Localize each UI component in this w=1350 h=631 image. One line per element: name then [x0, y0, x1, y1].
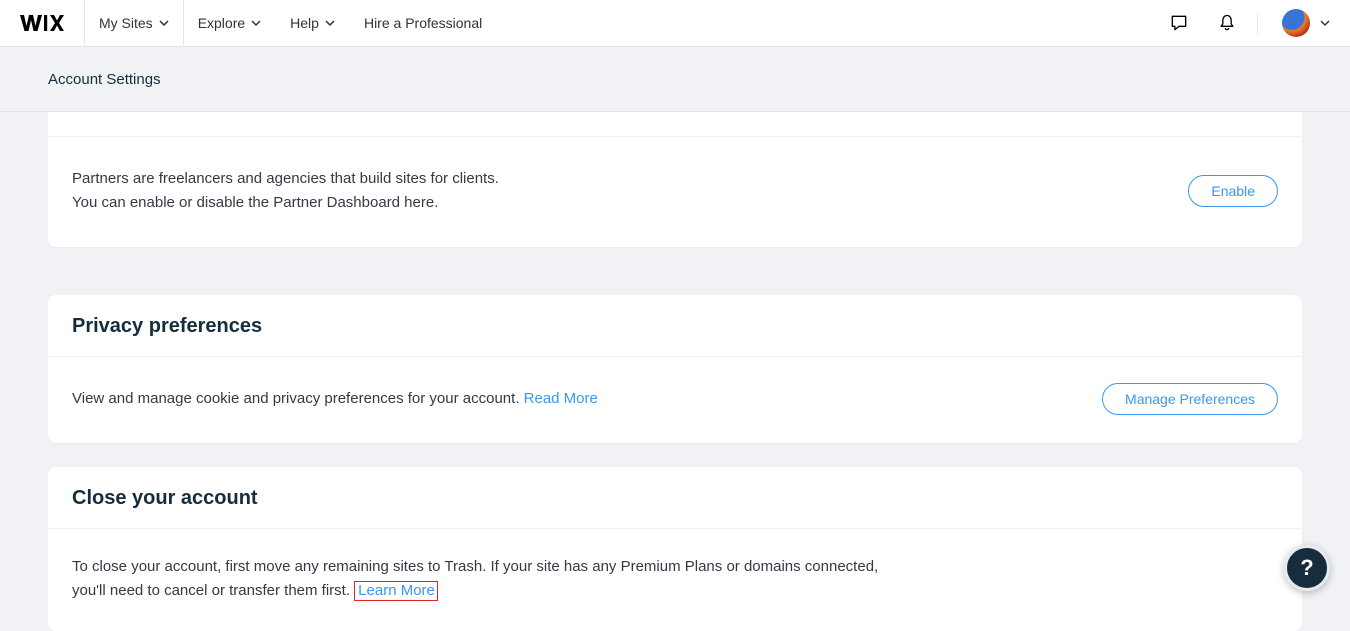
- partner-description: Partners are freelancers and agencies th…: [72, 167, 499, 215]
- chevron-down-icon: [159, 18, 169, 28]
- privacy-text: View and manage cookie and privacy prefe…: [72, 390, 524, 407]
- chevron-down-icon: [325, 18, 335, 28]
- nav-help[interactable]: Help: [276, 0, 350, 47]
- manage-preferences-button[interactable]: Manage Preferences: [1102, 383, 1278, 415]
- close-text: To close your account, first move any re…: [72, 558, 878, 599]
- wix-logo-icon: [20, 14, 64, 32]
- sub-header: Account Settings: [0, 47, 1350, 112]
- nav-explore[interactable]: Explore: [184, 0, 276, 47]
- content-area: Partners are freelancers and agencies th…: [0, 112, 1350, 631]
- nav-divider: [1257, 12, 1258, 34]
- nav-hire-label: Hire a Professional: [364, 15, 482, 31]
- partner-line1: Partners are freelancers and agencies th…: [72, 167, 499, 191]
- help-fab-button[interactable]: ?: [1284, 545, 1330, 591]
- notifications-button[interactable]: [1203, 0, 1251, 47]
- privacy-read-more-link[interactable]: Read More: [524, 390, 598, 407]
- chevron-down-icon: [251, 18, 261, 28]
- nav-right-group: [1155, 0, 1330, 47]
- inbox-button[interactable]: [1155, 0, 1203, 47]
- close-description: To close your account, first move any re…: [72, 555, 892, 603]
- avatar: [1282, 9, 1310, 37]
- privacy-title: Privacy preferences: [72, 315, 1278, 338]
- chat-icon: [1169, 13, 1189, 33]
- chevron-down-icon: [1320, 18, 1330, 28]
- partner-line2: You can enable or disable the Partner Da…: [72, 191, 499, 215]
- account-menu[interactable]: [1264, 9, 1330, 37]
- close-learn-more-link[interactable]: Learn More: [354, 581, 438, 601]
- top-navbar: My Sites Explore Help Hire a Professiona…: [0, 0, 1350, 47]
- question-mark-icon: ?: [1300, 555, 1313, 581]
- nav-help-label: Help: [290, 15, 319, 31]
- enable-partner-button[interactable]: Enable: [1188, 175, 1278, 207]
- close-card-header: Close your account: [48, 467, 1302, 529]
- privacy-description: View and manage cookie and privacy prefe…: [72, 387, 598, 411]
- nav-my-sites-label: My Sites: [99, 15, 153, 31]
- close-title: Close your account: [72, 487, 1278, 510]
- privacy-preferences-card: Privacy preferences View and manage cook…: [48, 295, 1302, 443]
- nav-hire-a-professional[interactable]: Hire a Professional: [350, 0, 497, 47]
- privacy-card-header: Privacy preferences: [48, 295, 1302, 357]
- page-title: Account Settings: [48, 71, 161, 88]
- nav-explore-label: Explore: [198, 15, 245, 31]
- close-account-card: Close your account To close your account…: [48, 467, 1302, 631]
- partner-card-fragment: Partners are freelancers and agencies th…: [48, 112, 1302, 247]
- bell-icon: [1217, 13, 1237, 33]
- wix-logo[interactable]: [20, 0, 85, 47]
- nav-my-sites[interactable]: My Sites: [85, 0, 184, 47]
